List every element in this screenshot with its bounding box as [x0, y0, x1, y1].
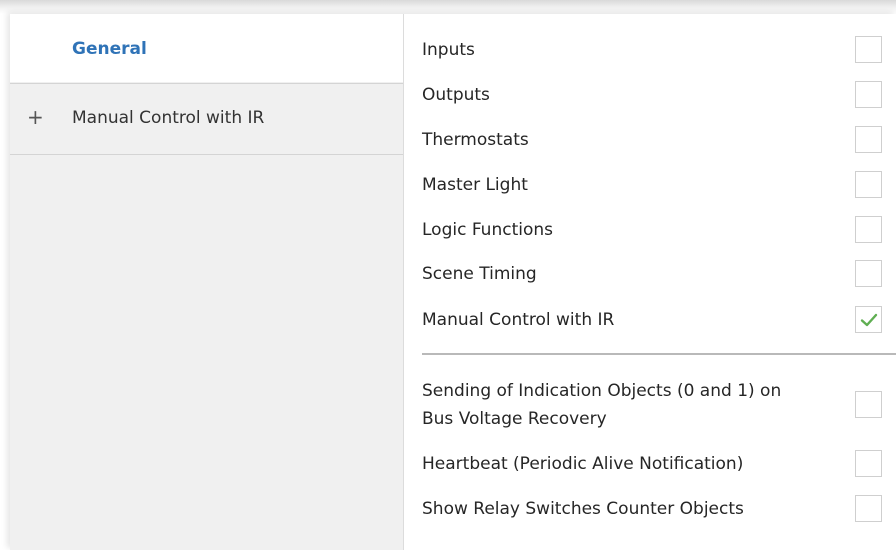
thermostats-checkbox[interactable]	[855, 126, 882, 153]
sidebar-item-general[interactable]: General	[10, 14, 403, 82]
sidebar: General + Manual Control with IR	[10, 14, 403, 550]
setting-label: Logic Functions	[422, 220, 554, 240]
expand-plus-icon[interactable]: +	[27, 105, 44, 129]
setting-label: Show Relay Switches Counter Objects	[422, 499, 744, 519]
setting-label: Outputs	[422, 85, 490, 105]
manual-control-ir-checkbox[interactable]	[855, 306, 882, 333]
logic-functions-checkbox[interactable]	[855, 216, 882, 243]
sidebar-item-manual-control-ir[interactable]: + Manual Control with IR	[10, 83, 403, 155]
setting-label: Manual Control with IR	[422, 310, 615, 330]
indication-objects-checkbox[interactable]	[855, 391, 882, 418]
setting-label: Master Light	[422, 175, 528, 195]
setting-label-line1: Sending of Indication Objects (0 and 1) …	[422, 381, 782, 401]
setting-label: Scene Timing	[422, 264, 537, 284]
general-settings: Inputs Outputs Thermostats Master Light …	[404, 14, 896, 550]
inputs-checkbox[interactable]	[855, 36, 882, 63]
setting-label-line2: Bus Voltage Recovery	[422, 409, 607, 429]
relay-counter-checkbox[interactable]	[855, 495, 882, 522]
setting-label: Inputs	[422, 40, 475, 60]
check-icon	[860, 313, 878, 327]
sidebar-item-label: General	[72, 39, 147, 59]
master-light-checkbox[interactable]	[855, 171, 882, 198]
outputs-checkbox[interactable]	[855, 81, 882, 108]
parameters-panel: General + Manual Control with IR Inputs …	[10, 14, 896, 550]
section-divider	[422, 353, 896, 355]
setting-label: Thermostats	[422, 130, 529, 150]
setting-label: Heartbeat (Periodic Alive Notification)	[422, 454, 744, 474]
sidebar-item-label: Manual Control with IR	[72, 108, 265, 128]
heartbeat-checkbox[interactable]	[855, 450, 882, 477]
scene-timing-checkbox[interactable]	[855, 260, 882, 287]
